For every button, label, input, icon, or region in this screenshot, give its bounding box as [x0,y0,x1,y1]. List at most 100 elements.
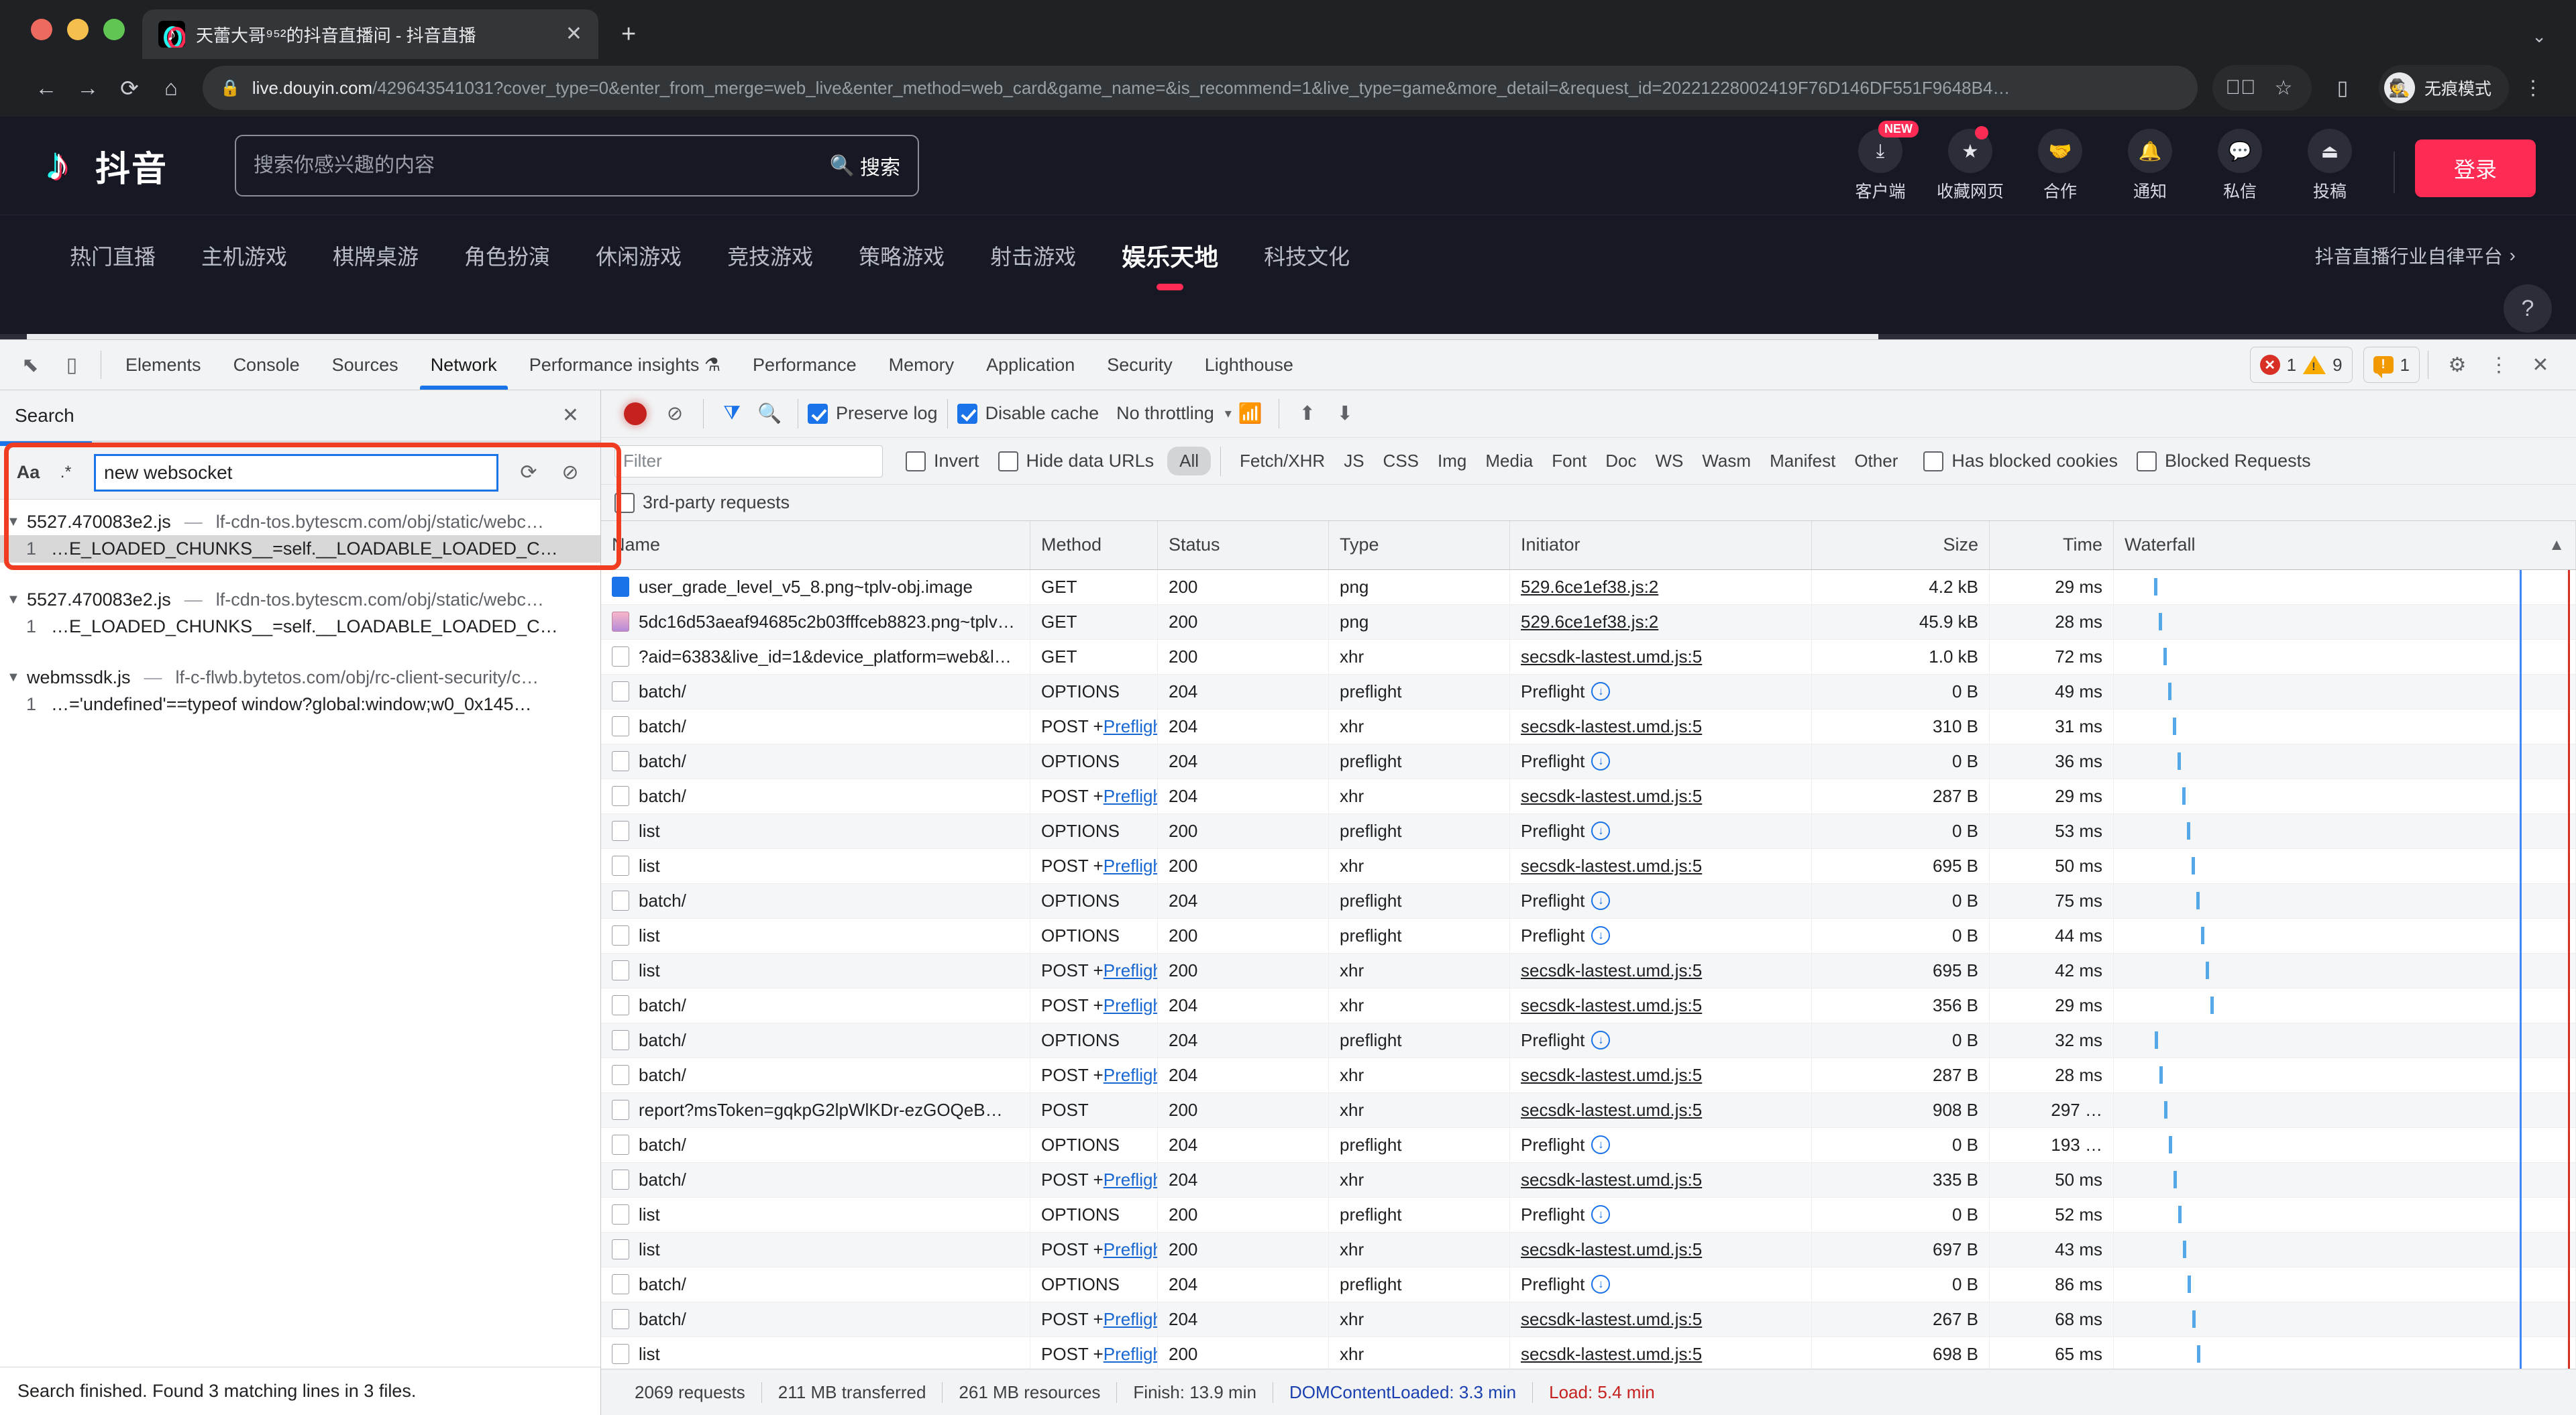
blocked-requests-checkbox[interactable]: Blocked Requests [2137,451,2311,471]
info-icon[interactable]: ↓ [1591,1135,1610,1154]
nav-item-5[interactable]: 竞技游戏 [704,240,836,271]
nav-item-9[interactable]: 科技文化 [1241,240,1373,271]
info-icon[interactable]: ↓ [1591,1031,1610,1050]
back-icon[interactable]: ← [25,67,67,109]
record-button[interactable] [624,402,647,425]
column-header-waterfall[interactable]: Waterfall ▲ [2114,521,2576,569]
column-header-time[interactable]: Time [1990,521,2114,569]
tab-elements[interactable]: Elements [109,340,217,390]
table-row[interactable]: listOPTIONS200preflightPreflight↓0 B53 m… [601,814,2576,849]
chevron-down-icon[interactable]: ▼ [7,592,21,608]
search-result-file[interactable]: ▼ webmssdk.js — lf-c-flwb.bytetos.com/ob… [0,665,600,691]
search-button[interactable]: 🔍 搜索 [830,151,900,180]
table-row[interactable]: listPOST + Preflight200xhrsecsdk-lastest… [601,1337,2576,1369]
refresh-search-icon[interactable]: ⟳ [508,461,549,484]
table-row[interactable]: batch/OPTIONS204preflightPreflight↓0 B32… [601,1023,2576,1058]
info-icon[interactable]: ↓ [1591,926,1610,945]
preflight-link[interactable]: Preflight [1104,995,1158,1016]
sort-arrow-icon[interactable]: ▲ [2548,536,2565,555]
clear-icon[interactable]: ⊘ [656,395,694,433]
cell-name[interactable]: batch/ [601,1267,1030,1302]
network-filter-field[interactable] [614,445,883,477]
new-tab-button[interactable]: + [621,21,636,47]
cell-name[interactable]: batch/ [601,710,1030,744]
type-filter-css[interactable]: CSS [1374,451,1428,471]
preflight-link[interactable]: Preflight [1104,856,1158,876]
login-button[interactable]: 登录 [2415,139,2536,197]
initiator-link[interactable]: secsdk-lastest.umd.js:5 [1521,786,1702,807]
header-action-cooperation[interactable]: 🤝 合作 [2017,129,2104,203]
search-input[interactable] [254,154,830,177]
checkbox-box[interactable] [957,404,977,424]
has-blocked-cookies-checkbox[interactable]: Has blocked cookies [1923,451,2118,471]
type-filter-doc[interactable]: Doc [1596,451,1646,471]
chevron-down-icon[interactable]: ⌄ [2532,26,2546,47]
tab-application[interactable]: Application [970,340,1091,390]
type-filter-wasm[interactable]: Wasm [1693,451,1760,471]
table-row[interactable]: batch/OPTIONS204preflightPreflight↓0 B49… [601,675,2576,710]
info-icon[interactable]: ↓ [1591,822,1610,840]
column-header-initiator[interactable]: Initiator [1510,521,1812,569]
import-har-icon[interactable]: ⬆ [1289,395,1326,433]
table-row[interactable]: batch/POST + Preflight204xhrsecsdk-laste… [601,1058,2576,1093]
error-warning-counter[interactable]: ✕ 1 9 [2250,347,2353,383]
network-filter-input[interactable] [623,451,874,471]
preserve-log-checkbox[interactable]: Preserve log [808,403,938,424]
self-discipline-platform-link[interactable]: 抖音直播行业自律平台 › [2315,242,2576,269]
table-row[interactable]: listOPTIONS200preflightPreflight↓0 B44 m… [601,919,2576,954]
initiator-link[interactable]: secsdk-lastest.umd.js:5 [1521,1170,1702,1190]
hide-data-urls-checkbox[interactable]: Hide data URLs [998,451,1155,471]
initiator-link[interactable]: secsdk-lastest.umd.js:5 [1521,960,1702,981]
close-devtools-icon[interactable]: ✕ [2520,344,2561,386]
search-result-line[interactable]: 1 …E_LOADED_CHUNKS__=self.__LOADABLE_LOA… [0,535,600,563]
home-icon[interactable]: ⌂ [150,67,192,109]
tab-network[interactable]: Network [415,340,513,390]
table-row[interactable]: listPOST + Preflight200xhrsecsdk-lastest… [601,1233,2576,1267]
cell-name[interactable]: 5dc16d53aeaf94685c2b03fffceb8823.png~tpl… [601,605,1030,639]
invert-checkbox[interactable]: Invert [906,451,979,471]
type-filter-media[interactable]: Media [1476,451,1542,471]
type-filter-manifest[interactable]: Manifest [1760,451,1845,471]
cell-name[interactable]: batch/ [601,1023,1030,1058]
initiator-link[interactable]: secsdk-lastest.umd.js:5 [1521,716,1702,737]
cell-name[interactable]: list [601,919,1030,953]
header-action-message[interactable]: 💬 私信 [2196,129,2284,203]
tab-performance-insights[interactable]: Performance insights ⚗ [513,340,737,390]
reload-icon[interactable]: ⟳ [109,67,150,109]
preflight-link[interactable]: Preflight [1104,1344,1158,1365]
douyin-search-box[interactable]: 🔍 搜索 [235,135,919,196]
cell-name[interactable]: batch/ [601,1163,1030,1197]
chevron-down-icon[interactable]: ▼ [7,514,21,530]
search-icon[interactable]: 🔍 [751,395,788,433]
initiator-link[interactable]: secsdk-lastest.umd.js:5 [1521,856,1702,876]
checkbox-box[interactable] [808,404,828,424]
browser-tab[interactable]: ♪ 天蕾大哥⁹⁵²的抖音直播间 - 抖音直播 ✕ [142,9,598,59]
network-conditions-icon[interactable]: 📶 [1232,395,1269,433]
table-row[interactable]: batch/POST + Preflight204xhrsecsdk-laste… [601,1302,2576,1337]
tab-lighthouse[interactable]: Lighthouse [1189,340,1309,390]
search-query-input[interactable] [104,462,488,484]
table-row[interactable]: batch/OPTIONS204preflightPreflight↓0 B86… [601,1267,2576,1302]
info-icon[interactable]: ↓ [1591,752,1610,771]
cell-name[interactable]: batch/ [601,884,1030,918]
info-icon[interactable]: ↓ [1591,891,1610,910]
address-bar[interactable]: 🔒 live.douyin.com/429643541031?cover_typ… [203,66,2198,110]
table-row[interactable]: ?aid=6383&live_id=1&device_platform=web&… [601,640,2576,675]
page-scrollbar[interactable] [0,334,2576,339]
forward-icon[interactable]: → [67,67,109,109]
preflight-link[interactable]: Preflight [1104,1170,1158,1190]
initiator-link[interactable]: secsdk-lastest.umd.js:5 [1521,1344,1702,1365]
initiator-link[interactable]: secsdk-lastest.umd.js:5 [1521,1065,1702,1086]
checkbox-box[interactable] [2137,451,2157,471]
checkbox-box[interactable] [614,493,635,513]
cell-name[interactable]: list [601,814,1030,848]
type-filter-other[interactable]: Other [1845,451,1907,471]
info-icon[interactable]: ↓ [1591,1275,1610,1294]
type-filter-font[interactable]: Font [1542,451,1596,471]
table-row[interactable]: batch/POST + Preflight204xhrsecsdk-laste… [601,988,2576,1023]
device-toolbar-icon[interactable]: ▯ [51,344,93,386]
search-query-field[interactable] [94,454,498,492]
match-case-toggle[interactable]: Aa [9,462,47,483]
header-action-bookmark[interactable]: ★ 收藏网页 [1927,129,2014,203]
cell-name[interactable]: list [601,1233,1030,1267]
